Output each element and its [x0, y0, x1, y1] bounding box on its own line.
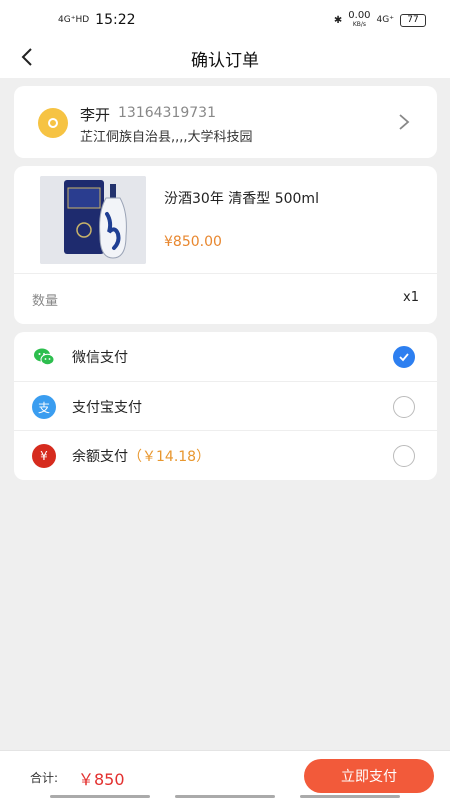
page-title: 确认订单	[191, 51, 259, 71]
product-image	[40, 176, 146, 264]
check-icon	[399, 353, 409, 362]
balance-amount: （￥14.18）	[128, 449, 211, 465]
recipient-name: 李开	[80, 106, 111, 124]
gesture-bar	[300, 795, 400, 798]
payment-label: 微信支付	[72, 350, 128, 366]
checkout-bar: 合计: ￥850 立即支付	[0, 750, 450, 800]
total-label: 合计:	[30, 771, 59, 785]
payment-option-wechat[interactable]: 微信支付	[14, 332, 437, 381]
payment-label: 余额支付（￥14.18）	[72, 449, 211, 465]
gesture-bar	[175, 795, 275, 798]
nav-bar: 确认订单	[0, 36, 450, 78]
clock: 15:22	[95, 12, 136, 28]
bluetooth-icon: ✱	[333, 14, 343, 26]
radio-unselected[interactable]	[393, 396, 415, 418]
quantity-label: 数量	[32, 294, 59, 309]
product-price: ¥850.00	[164, 234, 222, 250]
payment-option-alipay[interactable]: 支 支付宝支付	[14, 381, 437, 430]
radio-unselected[interactable]	[393, 445, 415, 467]
recipient-phone: 13164319731	[118, 105, 216, 121]
signal-indicator: 4G⁺HD	[58, 14, 90, 25]
radio-selected[interactable]	[393, 346, 415, 368]
wechat-icon	[32, 345, 56, 369]
address-detail: 芷江侗族自治县,,,,大学科技园	[80, 130, 253, 145]
battery-icon: 77	[400, 13, 426, 27]
total-amount: ￥850	[78, 770, 125, 789]
divider	[14, 273, 437, 274]
liquor-bottle-image	[40, 176, 146, 264]
payment-option-balance[interactable]: ¥ 余额支付（￥14.18）	[14, 430, 437, 479]
gesture-bar	[50, 795, 150, 798]
balance-icon: ¥	[32, 444, 56, 468]
alipay-icon: 支	[32, 395, 56, 419]
product-card: 汾酒30年 清香型 500ml ¥850.00 数量 x1	[14, 166, 437, 324]
right-signal-indicator: 4G⁺	[376, 14, 394, 25]
product-name: 汾酒30年 清香型 500ml	[164, 191, 319, 207]
payment-label: 支付宝支付	[72, 400, 142, 416]
chevron-right-icon	[399, 114, 410, 130]
net-speed: 0.00 KB/s	[348, 10, 371, 29]
payment-methods-card: 微信支付 支 支付宝支付 ¥ 余额支付（￥14.18）	[14, 332, 437, 480]
pay-now-button[interactable]: 立即支付	[304, 759, 434, 793]
status-bar: 4G⁺HD 15:22 ✱ 0.00 KB/s 4G⁺ 77	[0, 0, 450, 36]
location-pin-icon	[38, 108, 68, 138]
quantity-value: x1	[403, 290, 419, 305]
address-card[interactable]: 李开 13164319731 芷江侗族自治县,,,,大学科技园	[14, 86, 437, 158]
